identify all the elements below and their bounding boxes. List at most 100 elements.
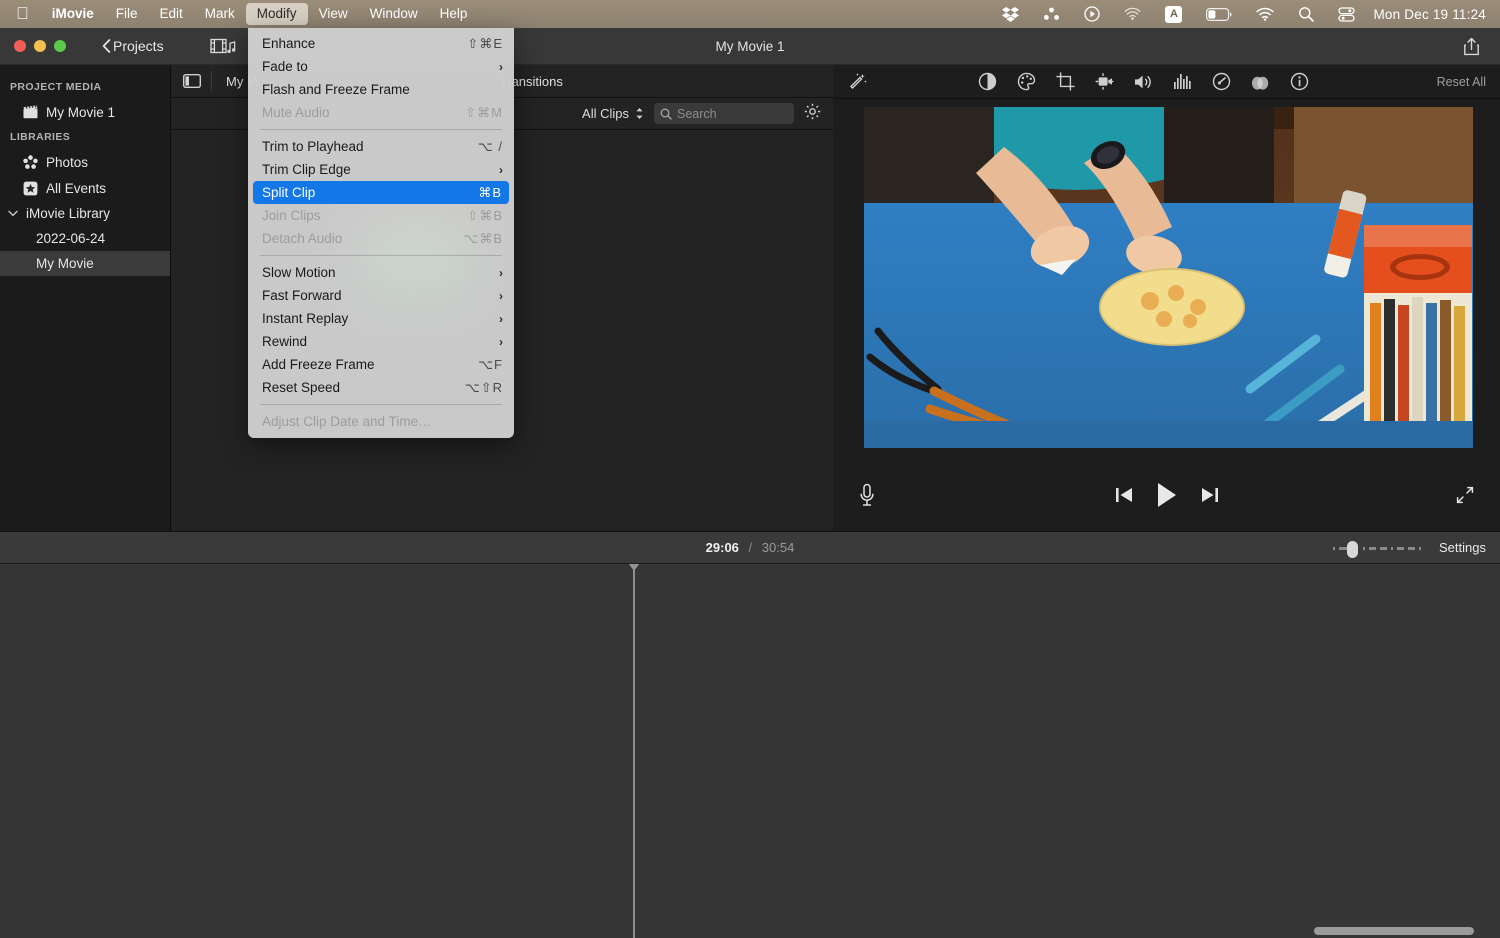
- timeline-zoom-slider[interactable]: [1333, 540, 1425, 558]
- fullscreen-button[interactable]: [1455, 485, 1475, 505]
- sidebar-toggle-icon: [183, 74, 201, 88]
- wifi-icon[interactable]: [1244, 0, 1286, 28]
- menu-item-instant-replay[interactable]: Instant Replay ›: [248, 307, 514, 330]
- zoom-slider-knob[interactable]: [1347, 540, 1359, 558]
- search-placeholder: Search: [677, 106, 717, 121]
- share-button[interactable]: [1456, 34, 1486, 58]
- all-clips-dropdown[interactable]: All Clips: [582, 106, 644, 121]
- menu-item-add-freeze-frame[interactable]: Add Freeze Frame ⌥F: [248, 353, 514, 376]
- menu-item-shortcut: ⇧⌘E: [467, 35, 503, 51]
- menu-item-label: Instant Replay: [262, 311, 349, 326]
- previous-button[interactable]: [1115, 486, 1134, 504]
- browser-settings-button[interactable]: [804, 103, 821, 125]
- back-to-projects-button[interactable]: Projects: [94, 34, 172, 58]
- star-box-icon: [22, 180, 38, 196]
- sidebar-header-project-media: PROJECT MEDIA: [10, 81, 102, 93]
- menu-item-shortcut: ⌥⌘B: [463, 230, 503, 246]
- sidebar-item-label: My Movie 1: [46, 104, 116, 120]
- menu-item-shortcut: ⇧⌘B: [467, 207, 503, 223]
- sidebar-item-photos[interactable]: Photos: [0, 149, 170, 175]
- share-icon: [1463, 37, 1479, 55]
- menu-item-trim-clip-edge[interactable]: Trim Clip Edge ›: [248, 158, 514, 181]
- timeline-status-bar: 29:06 / 30:54 Settings: [0, 531, 1500, 564]
- menu-item-shortcut: ⌥ /: [477, 138, 503, 154]
- menu-item-split-clip[interactable]: Split Clip ⌘B: [253, 181, 509, 204]
- dropbox-icon[interactable]: [990, 0, 1031, 28]
- bluetooth-files-icon[interactable]: [1031, 0, 1072, 28]
- speed-icon[interactable]: [1211, 72, 1231, 92]
- scrollbar-thumb[interactable]: [1314, 927, 1474, 935]
- sidebar-toggle-button[interactable]: [171, 74, 211, 88]
- next-button[interactable]: [1200, 486, 1219, 504]
- info-icon[interactable]: [1289, 72, 1309, 92]
- submenu-arrow-icon: ›: [499, 334, 503, 349]
- menu-item-label: Flash and Freeze Frame: [262, 82, 410, 97]
- timeline-playhead[interactable]: [629, 564, 639, 938]
- minimize-button[interactable]: [34, 40, 46, 52]
- chevron-left-icon: [102, 39, 111, 53]
- sidebar-item-2022-06-24[interactable]: 2022-06-24: [0, 226, 170, 251]
- menu-item-join-clips: Join Clips ⇧⌘B: [248, 204, 514, 227]
- viewer-pane: Reset All: [833, 65, 1500, 531]
- menu-help[interactable]: Help: [429, 3, 479, 25]
- stabilization-icon[interactable]: [1094, 72, 1114, 92]
- airplay-icon[interactable]: [1112, 0, 1153, 28]
- menu-item-fast-forward[interactable]: Fast Forward ›: [248, 284, 514, 307]
- menu-view[interactable]: View: [308, 3, 359, 25]
- sidebar-item-my-movie[interactable]: My Movie: [0, 251, 170, 276]
- menu-item-enhance[interactable]: Enhance ⇧⌘E: [248, 32, 514, 55]
- menubar-clock[interactable]: Mon Dec 19 11:24: [1367, 7, 1486, 22]
- volume-icon[interactable]: [1133, 72, 1153, 92]
- play-circle-icon[interactable]: [1072, 0, 1112, 28]
- timeline-canvas[interactable]: [0, 564, 1500, 938]
- maximize-button[interactable]: [54, 40, 66, 52]
- menu-item-flash-and-freeze-frame[interactable]: Flash and Freeze Frame: [248, 78, 514, 101]
- keyboard-language-icon[interactable]: A: [1153, 0, 1194, 28]
- sidebar-item-my-movie-1[interactable]: My Movie 1: [0, 99, 170, 125]
- color-balance-icon[interactable]: [977, 72, 997, 92]
- chevron-updown-icon: [636, 108, 643, 119]
- battery-icon[interactable]: [1194, 0, 1244, 28]
- apple-menu-icon[interactable]: : [10, 5, 41, 22]
- all-clips-label: All Clips: [582, 106, 629, 121]
- clapperboard-icon: [22, 104, 38, 120]
- menu-mark[interactable]: Mark: [194, 3, 246, 25]
- menu-item-label: Reset Speed: [262, 380, 341, 395]
- menu-item-slow-motion[interactable]: Slow Motion ›: [248, 261, 514, 284]
- menu-item-fade-to[interactable]: Fade to ›: [248, 55, 514, 78]
- modify-dropdown-menu: Enhance ⇧⌘E Fade to › Flash and Freeze F…: [248, 28, 514, 438]
- search-icon[interactable]: [1286, 0, 1326, 28]
- menu-item-trim-to-playhead[interactable]: Trim to Playhead ⌥ /: [248, 135, 514, 158]
- menu-edit[interactable]: Edit: [149, 3, 194, 25]
- equalizer-icon[interactable]: [1172, 72, 1192, 92]
- chevron-down-icon[interactable]: [8, 209, 18, 219]
- menu-item-reset-speed[interactable]: Reset Speed ⌥⇧R: [248, 376, 514, 399]
- my-media-button[interactable]: [202, 33, 244, 59]
- search-input[interactable]: Search: [654, 103, 794, 124]
- menu-item-rewind[interactable]: Rewind ›: [248, 330, 514, 353]
- close-button[interactable]: [14, 40, 26, 52]
- menu-window[interactable]: Window: [359, 3, 429, 25]
- sidebar-item-label: 2022-06-24: [36, 231, 106, 246]
- sidebar-item-all-events[interactable]: All Events: [0, 175, 170, 201]
- clip-filter-icon[interactable]: [1250, 72, 1270, 92]
- menu-file[interactable]: File: [105, 3, 149, 25]
- menu-separator: [260, 129, 502, 130]
- menu-item-label: Fast Forward: [262, 288, 342, 303]
- menu-item-detach-audio: Detach Audio ⌥⌘B: [248, 227, 514, 250]
- menu-modify[interactable]: Modify: [245, 3, 308, 25]
- crop-icon[interactable]: [1055, 72, 1075, 92]
- sidebar-item-label: All Events: [46, 180, 107, 196]
- timeline-time-display: 29:06 / 30:54: [0, 540, 1500, 555]
- magic-wand-icon[interactable]: [847, 72, 867, 92]
- control-center-icon[interactable]: [1326, 0, 1367, 28]
- window-traffic-lights: [0, 40, 66, 52]
- menu-imovie[interactable]: iMovie: [41, 3, 105, 25]
- play-button[interactable]: [1156, 482, 1178, 508]
- reset-all-button[interactable]: Reset All: [1437, 75, 1486, 89]
- timeline-current-time: 29:06: [705, 540, 739, 555]
- timeline-horizontal-scrollbar[interactable]: [1288, 927, 1492, 935]
- sidebar-item-imovie-library[interactable]: iMovie Library: [0, 201, 170, 226]
- color-correction-icon[interactable]: [1016, 72, 1036, 92]
- video-preview[interactable]: [864, 107, 1473, 448]
